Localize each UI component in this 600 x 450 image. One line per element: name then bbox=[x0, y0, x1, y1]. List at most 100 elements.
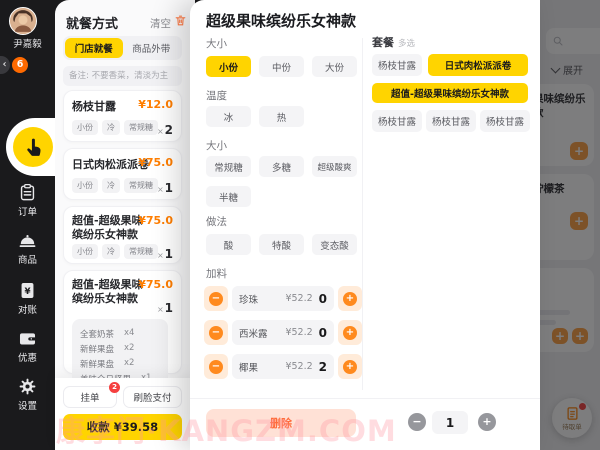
item-quantity: ×1 bbox=[157, 177, 173, 196]
hold-order-button[interactable]: 挂单 2 bbox=[63, 386, 117, 408]
combo-option[interactable]: 杨枝甘露 bbox=[480, 110, 530, 132]
item-tag: 冷 bbox=[102, 120, 120, 135]
sidebar: 尹嘉毅 ‹ 6 订单 商品 ¥ bbox=[0, 0, 55, 450]
quantity-minus-button[interactable]: − bbox=[408, 413, 426, 431]
sugar-option[interactable]: 半糖 bbox=[206, 186, 251, 207]
sugar-section-label: 大小 bbox=[206, 138, 227, 153]
item-tag: 冷 bbox=[102, 244, 120, 259]
sugar-option[interactable]: 常规糖 bbox=[206, 156, 251, 177]
topping-plus-button[interactable]: + bbox=[338, 286, 362, 311]
item-price: ¥75.0 bbox=[138, 156, 173, 169]
item-name: 超值-超级果味缤纷乐女神款 bbox=[72, 214, 146, 243]
sidebar-item-orders[interactable]: 订单 bbox=[0, 183, 55, 218]
combo-option[interactable]: 杨枝甘露 bbox=[426, 110, 476, 132]
trash-icon[interactable] bbox=[174, 14, 187, 27]
temp-option[interactable]: 冰 bbox=[206, 106, 251, 127]
chevron-left-icon: ‹ bbox=[3, 59, 7, 70]
combo-option[interactable]: 杨枝甘露 bbox=[372, 110, 422, 132]
topping-row: − 椰果 ¥52.2 2 + bbox=[204, 354, 362, 379]
minus-icon: − bbox=[209, 292, 223, 306]
item-name: 杨枝甘露 bbox=[72, 98, 116, 114]
topping-row: − 西米露 ¥52.2 0 + bbox=[204, 320, 362, 345]
combo-option[interactable]: 超值-超级果味缤纷乐女神款 bbox=[372, 83, 528, 103]
plus-icon: + bbox=[343, 326, 357, 340]
svg-text:¥: ¥ bbox=[24, 287, 30, 297]
item-tag: 常规糖 bbox=[124, 120, 158, 135]
topping-section-label: 加料 bbox=[206, 266, 227, 281]
clear-cart-button[interactable]: 清空 bbox=[150, 16, 171, 31]
sugar-option[interactable]: 多糖 bbox=[259, 156, 304, 177]
item-tags: 小份 冷 常规糖 bbox=[72, 120, 162, 135]
cart-item[interactable]: 日式肉松派派卷 ¥75.0 小份 冷 常规糖 ×1 bbox=[63, 148, 182, 200]
pos-app: 展开 超级果味缤纷乐女神款 + 蜂蜜柠檬茶 + 果茶 件商品 + + 待取单 尹… bbox=[0, 0, 600, 450]
minus-icon: − bbox=[209, 360, 223, 374]
delete-button[interactable]: 删除 bbox=[206, 409, 356, 437]
method-section-label: 做法 bbox=[206, 214, 227, 229]
topping-plus-button[interactable]: + bbox=[338, 354, 362, 379]
yuan-document-icon: ¥ bbox=[18, 281, 37, 300]
gear-icon bbox=[18, 377, 37, 396]
tab-takeout[interactable]: 商品外带 bbox=[123, 38, 181, 58]
cart-item[interactable]: 超值-超级果味缤纷乐女神款 ¥75.0 小份 冷 常规糖 ×1 bbox=[63, 206, 182, 264]
item-quantity: ×2 bbox=[157, 119, 173, 138]
sidebar-item-discounts[interactable]: 优惠 bbox=[0, 329, 55, 364]
plus-icon: + bbox=[343, 292, 357, 306]
size-option[interactable]: 中份 bbox=[259, 56, 304, 77]
clipboard-icon bbox=[18, 183, 37, 202]
topping-minus-button[interactable]: − bbox=[204, 354, 228, 379]
user-name: 尹嘉毅 bbox=[0, 36, 55, 50]
checkout-button[interactable]: 收款 ¥39.58 bbox=[63, 414, 182, 440]
avatar[interactable] bbox=[9, 7, 37, 35]
sub-item: 新鲜果盘x2 bbox=[80, 343, 160, 355]
minus-icon: − bbox=[209, 326, 223, 340]
size-option[interactable]: 大份 bbox=[312, 56, 357, 77]
cart-footer: 挂单 2 刷脸支付 收款 ¥39.58 bbox=[55, 378, 195, 450]
topping-plus-button[interactable]: + bbox=[338, 320, 362, 345]
collapse-handle[interactable]: ‹ bbox=[0, 56, 10, 74]
item-tags: 小份 冷 常规糖 bbox=[72, 244, 162, 259]
cart-item[interactable]: 杨枝甘露 ¥12.0 小份 冷 常规糖 ×2 bbox=[63, 90, 182, 142]
topping-minus-button[interactable]: − bbox=[204, 320, 228, 345]
combo-option[interactable]: 杨枝甘露 bbox=[372, 54, 422, 76]
quantity-plus-button[interactable]: + bbox=[478, 413, 496, 431]
item-tag: 冷 bbox=[102, 178, 120, 193]
method-option[interactable]: 变态酸 bbox=[312, 234, 357, 255]
topping-info: 珍珠 ¥52.2 0 bbox=[232, 286, 334, 311]
item-price: ¥75.0 bbox=[138, 214, 173, 227]
cart-item-selected[interactable]: 超值-超级果味缤纷乐女神款 ¥75.0 ×1 全套奶茶x4 新鲜果盘x2 新鲜果… bbox=[63, 270, 182, 374]
sidebar-item-label: 对账 bbox=[0, 302, 55, 316]
temp-option[interactable]: 热 bbox=[259, 106, 304, 127]
modal-overlay[interactable] bbox=[540, 0, 600, 450]
combo-option[interactable]: 日式肉松派派卷 bbox=[428, 54, 528, 76]
combo-section-label: 套餐多选 bbox=[372, 34, 415, 50]
face-pay-button[interactable]: 刷脸支付 bbox=[123, 386, 182, 408]
topping-info: 椰果 ¥52.2 2 bbox=[232, 354, 334, 379]
item-tags: 小份 冷 常规糖 bbox=[72, 178, 162, 193]
sidebar-item-label: 设置 bbox=[0, 398, 55, 412]
topping-minus-button[interactable]: − bbox=[204, 286, 228, 311]
topping-info: 西米露 ¥52.2 0 bbox=[232, 320, 334, 345]
item-price: ¥12.0 bbox=[138, 98, 173, 111]
tab-dine-in[interactable]: 门店就餐 bbox=[65, 38, 123, 58]
item-tag: 常规糖 bbox=[124, 178, 158, 193]
sidebar-item-reconcile[interactable]: ¥ 对账 bbox=[0, 281, 55, 316]
item-name: 超值-超级果味缤纷乐女神款 bbox=[72, 278, 146, 307]
sidebar-item-label: 优惠 bbox=[0, 350, 55, 364]
order-note-input[interactable]: 备注: 不要香菜，清淡为主 bbox=[63, 66, 182, 86]
item-quantity: ×1 bbox=[157, 297, 173, 316]
modal-title: 超级果味缤纷乐女神款 bbox=[206, 10, 356, 31]
sidebar-item-label: 商品 bbox=[0, 252, 55, 266]
cart-title: 就餐方式 bbox=[66, 13, 118, 32]
sugar-option[interactable]: 超级酸爽 bbox=[312, 156, 357, 177]
product-option-modal: 超级果味缤纷乐女神款 大小 小份 中份 大份 温度 冰 热 大小 常规糖 多糖 … bbox=[190, 0, 540, 450]
method-option[interactable]: 特酸 bbox=[259, 234, 304, 255]
item-tag: 小份 bbox=[72, 244, 98, 259]
sidebar-item-settings[interactable]: 设置 bbox=[0, 377, 55, 412]
sidebar-item-ordering[interactable] bbox=[13, 127, 53, 167]
method-option[interactable]: 酸 bbox=[206, 234, 251, 255]
modal-footer: 删除 − 1 + bbox=[190, 398, 540, 450]
combo-hint: 多选 bbox=[398, 39, 415, 49]
size-option[interactable]: 小份 bbox=[206, 56, 251, 77]
item-price: ¥75.0 bbox=[138, 278, 173, 291]
sidebar-item-products[interactable]: 商品 bbox=[0, 231, 55, 266]
